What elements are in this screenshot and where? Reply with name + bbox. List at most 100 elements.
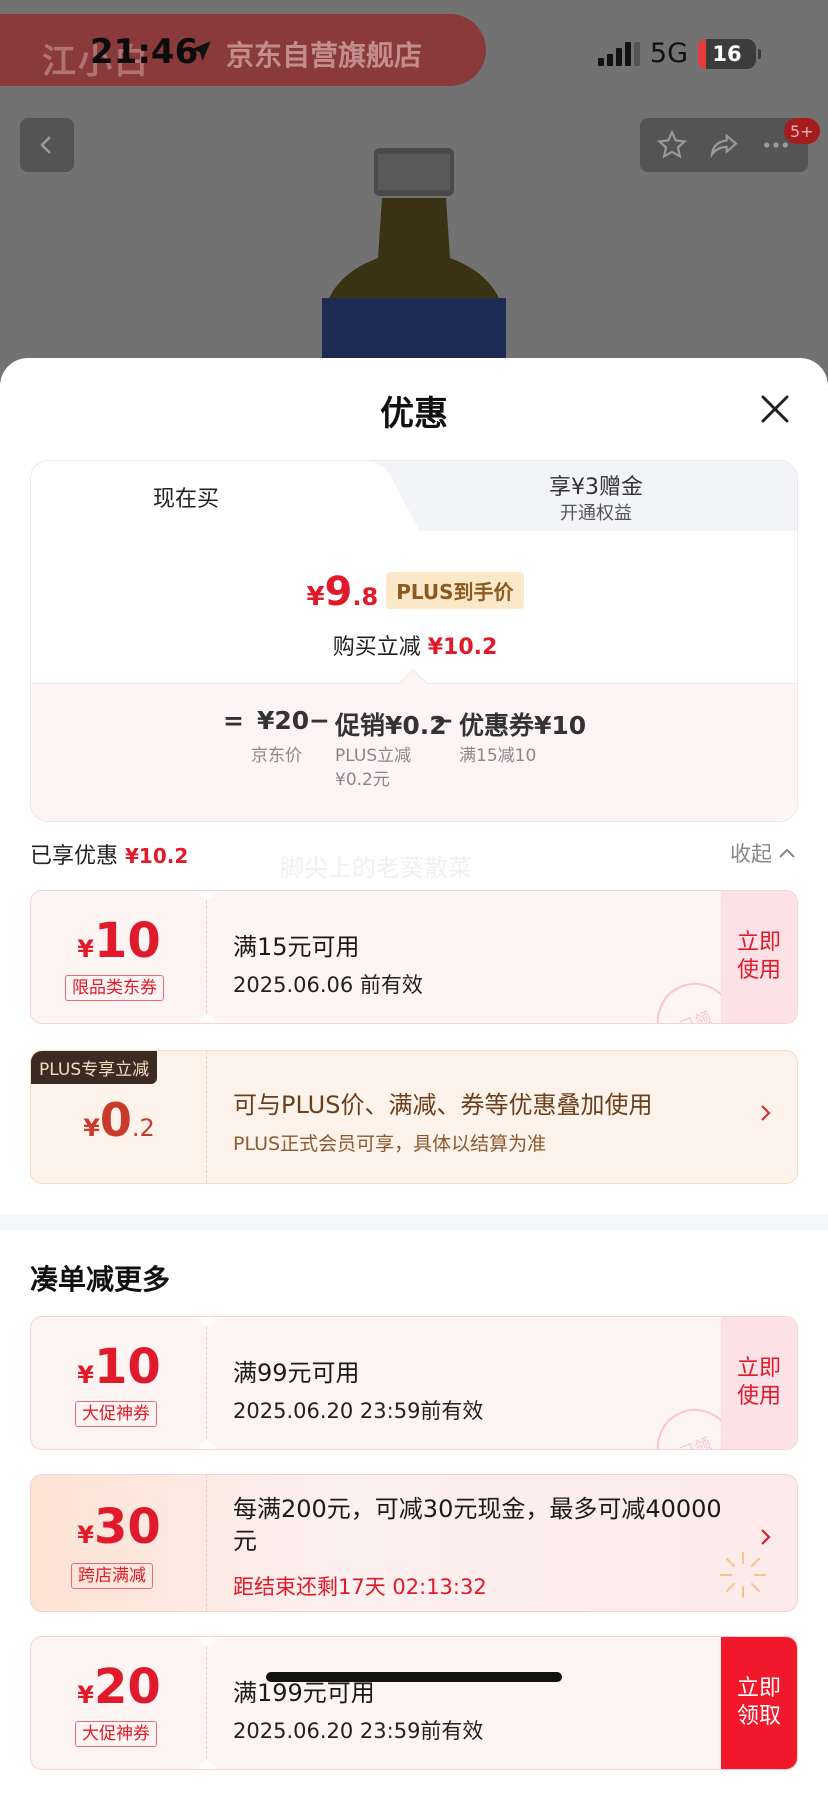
dimmed-product-page: 江小白 京东自营旗舰店 21:46 5G 16 5+: [0, 0, 828, 380]
tab-buy-now-label: 现在买: [152, 487, 219, 512]
use-now-label: 立即 使用: [736, 1356, 781, 1409]
coupon-tag: 大促神券: [75, 1721, 157, 1747]
applied-discount-header: 已享优惠 ¥10.2: [30, 838, 188, 870]
reduce-label: 购买立减: [332, 635, 421, 660]
battery-level: 16: [712, 41, 742, 66]
chevron-up-icon: [779, 848, 795, 858]
coupon-card[interactable]: ¥10 限品类东券 满15元可用 2025.06.06 前有效 已领 立即 使用: [30, 890, 798, 1024]
coupon-amount: ¥10: [31, 1339, 207, 1395]
store-name: 京东自营旗舰店: [226, 39, 423, 72]
chevron-right-icon: [761, 1529, 771, 1545]
use-now-label: 立即 使用: [736, 930, 781, 983]
cross-store-promo-card[interactable]: ¥30 跨店满减 每满200元，可减30元现金，最多可减40000元 距结束还剩…: [30, 1474, 798, 1612]
breakdown-promo-label-1: PLUS立减: [335, 746, 412, 766]
plus-price-tag: PLUS到手价: [386, 572, 524, 609]
price-decimal: .8: [352, 583, 379, 611]
breakdown-jd-price: ¥20: [257, 706, 310, 735]
coupon-date: 2025.06.06 前有效: [233, 973, 423, 997]
final-price-row: ¥9.8 PLUS到手价: [31, 569, 797, 615]
breakdown-eq: =: [223, 706, 244, 735]
use-now-button[interactable]: 立即 使用: [721, 1317, 797, 1449]
chevron-right-icon: [761, 1105, 771, 1121]
promo-title: 每满200元，可减30元现金，最多可减40000元: [233, 1495, 722, 1555]
currency-symbol: ¥: [306, 582, 325, 612]
currency-symbol: ¥: [77, 935, 94, 963]
breakdown-promo: 促销¥0.2: [335, 711, 447, 740]
breakdown-minus-2: −: [433, 706, 454, 735]
coupon-card[interactable]: ¥10 大促神券 满99元可用 2025.06.20 23:59前有效 已领 立…: [30, 1316, 798, 1450]
collapse-label: 收起: [730, 842, 772, 866]
breakdown-minus-1: −: [309, 706, 330, 735]
promo-countdown: 距结束还剩17天 02:13:32: [233, 1575, 487, 1599]
location-arrow-icon: [191, 41, 211, 61]
currency-symbol: ¥: [83, 1114, 100, 1142]
claim-now-button[interactable]: 立即 领取: [721, 1637, 797, 1769]
breakdown-coupon: 优惠券¥10: [459, 711, 587, 740]
plus-discount-card[interactable]: PLUS专享立减 ¥0.2 可与PLUS价、满减、券等优惠叠加使用 PLUS正式…: [30, 1050, 798, 1184]
applied-label: 已享优惠: [30, 844, 119, 869]
plus-subtitle: PLUS正式会员可享，具体以结算为准: [233, 1133, 547, 1155]
share-icon[interactable]: [708, 129, 740, 161]
back-button[interactable]: [20, 118, 74, 172]
coupon-amount: ¥20: [31, 1659, 207, 1715]
coupon-tag: 大促神券: [75, 1401, 157, 1427]
plus-badge: PLUS专享立减: [31, 1051, 158, 1084]
chevron-left-icon: [40, 136, 51, 154]
signal-icon: [597, 41, 640, 66]
reduce-value: ¥10.2: [427, 635, 498, 660]
promo-tag: 跨店满减: [71, 1563, 153, 1589]
sparkle-decoration-icon: [720, 1552, 766, 1598]
coupon-date: 2025.06.20 23:59前有效: [233, 1719, 484, 1743]
coupon-amount-value: 10: [93, 913, 161, 969]
coupon-tag: 限品类东券: [65, 975, 164, 1001]
claim-now-label: 立即 领取: [736, 1676, 781, 1729]
header-actions: [640, 118, 808, 172]
promo-amount-value: 30: [93, 1499, 161, 1555]
use-now-button[interactable]: 立即 使用: [721, 891, 797, 1023]
applied-value: ¥10.2: [125, 844, 189, 868]
close-icon[interactable]: [754, 388, 796, 430]
coupon-card[interactable]: ¥20 大促神券 满199元可用 2025.06.20 23:59前有效 立即 …: [30, 1636, 798, 1770]
promo-amount: ¥30: [31, 1499, 207, 1555]
product-bottle-image: [322, 148, 506, 380]
home-indicator[interactable]: [266, 1672, 562, 1682]
collapse-button[interactable]: 收起: [730, 838, 796, 868]
coupon-title: 满15元可用: [233, 933, 360, 961]
store-banner: 江小白 京东自营旗舰店: [0, 14, 486, 86]
sheet-title: 优惠: [380, 394, 448, 434]
coupon-date: 2025.06.20 23:59前有效: [233, 1399, 484, 1423]
more-discounts-title: 凑单减更多: [30, 1263, 171, 1296]
battery-icon: 16: [698, 38, 761, 69]
plus-amount-integer: 0: [99, 1093, 132, 1147]
breakdown-jd-price-label: 京东价: [251, 746, 302, 766]
plus-amount: ¥0.2: [31, 1093, 207, 1147]
message-badge: 5+: [784, 118, 820, 144]
coupon-amount: ¥10: [31, 913, 207, 969]
price-summary-card: 现在买 享¥3赠金 开通权益 ¥9.8 PLUS到手价 购买立减 ¥10.2 =…: [30, 460, 798, 822]
final-price: ¥9.8: [306, 569, 378, 615]
status-time: 21:46: [90, 32, 199, 72]
coupon-amount-value: 20: [93, 1659, 161, 1715]
price-integer: 9: [324, 569, 353, 615]
tab-plus-benefit-title: 享¥3赠金: [549, 475, 643, 500]
coupon-amount-value: 10: [93, 1339, 161, 1395]
breakdown-promo-label-2: ¥0.2元: [335, 770, 390, 790]
watermark-text: 脚尖上的老葵散菜: [280, 854, 472, 882]
plus-amount-decimal: .2: [131, 1114, 155, 1142]
reduce-row: 购买立减 ¥10.2: [31, 629, 797, 661]
network-type: 5G: [649, 38, 688, 69]
breakdown-coupon-label: 满15减10: [459, 746, 537, 766]
coupon-title: 满99元可用: [233, 1359, 360, 1387]
coupon-notch: [199, 1015, 215, 1023]
tab-plus-benefit-sub: 开通权益: [560, 503, 632, 524]
currency-symbol: ¥: [77, 1681, 94, 1709]
currency-symbol: ¥: [77, 1521, 94, 1549]
coupon-notch: [199, 1441, 215, 1449]
price-breakdown: = ¥20 − 促销¥0.2 − 优惠券¥10 京东价 PLUS立减 ¥0.2元…: [31, 683, 797, 821]
currency-symbol: ¥: [77, 1361, 94, 1389]
coupon-notch: [199, 1761, 215, 1769]
plus-title: 可与PLUS价、满减、券等优惠叠加使用: [233, 1091, 653, 1119]
star-icon[interactable]: [656, 129, 688, 161]
discount-sheet: 优惠 现在买 享¥3赠金 开通权益 ¥9.8 PLUS到手价 购买立减 ¥10.…: [0, 358, 828, 1795]
section-divider: [0, 1214, 828, 1230]
